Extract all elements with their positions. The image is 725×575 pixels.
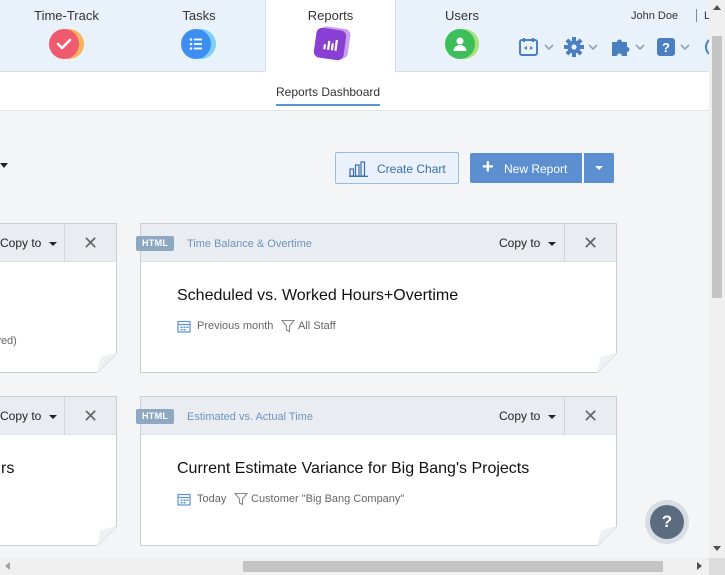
tab-reports-label: Reports — [307, 8, 354, 23]
page-fold-icon — [97, 353, 117, 373]
integrations-icon[interactable] — [518, 36, 558, 58]
sub-navigation: Reports Dashboard — [0, 72, 709, 111]
copy-to-button[interactable]: Copy to — [499, 236, 540, 250]
close-icon[interactable]: ✕ — [83, 407, 98, 425]
caret-down-icon[interactable] — [548, 242, 556, 246]
copy-to-button[interactable]: Copy to — [0, 236, 41, 250]
tab-reports-dashboard[interactable]: Reports Dashboard — [276, 85, 381, 106]
create-chart-label: Create Chart — [377, 162, 446, 176]
chart-icon — [349, 161, 369, 180]
vertical-scrollbar[interactable] — [709, 0, 725, 558]
close-icon[interactable]: ✕ — [83, 234, 98, 252]
user-icon — [445, 29, 475, 59]
card-title-snippet[interactable]: rs — [1, 460, 14, 478]
report-card[interactable]: HTML Estimated vs. Actual Time Copy to ✕… — [136, 396, 617, 546]
vertical-scroll-thumb[interactable] — [712, 36, 722, 298]
page-fold-icon — [597, 353, 617, 373]
tab-time-track-label: Time-Track — [34, 8, 99, 23]
copy-to-button[interactable]: Copy to — [499, 409, 540, 423]
filter-icon — [281, 319, 295, 333]
top-navigation: Time-Track Tasks Reports Users John Doe … — [0, 0, 716, 73]
staff-filter-label: All Staff — [298, 320, 336, 332]
card-header: Copy to ✕ — [0, 224, 116, 262]
divider — [564, 397, 565, 435]
create-chart-button[interactable]: Create Chart — [335, 152, 459, 184]
tab-tasks-label: Tasks — [182, 8, 216, 23]
card-meta-snippet: ived) — [0, 335, 17, 347]
format-badge: HTML — [136, 236, 175, 251]
new-report-dropdown-button[interactable] — [584, 153, 614, 183]
calendar-icon — [177, 493, 191, 506]
card-header: HTML Time Balance & Overtime Copy to ✕ — [136, 224, 616, 262]
user-toolbar: John Doe Lo ? — [505, 0, 716, 72]
user-name[interactable]: John Doe — [631, 10, 678, 22]
puzzle-icon[interactable] — [609, 36, 649, 58]
format-badge: HTML — [136, 409, 175, 424]
page-fold-icon — [97, 526, 117, 546]
separator — [696, 9, 697, 22]
divider — [64, 397, 65, 435]
list-icon — [181, 29, 211, 59]
page-fold-icon — [597, 526, 617, 546]
scrollbar-corner — [709, 558, 725, 575]
scroll-left-icon[interactable] — [5, 562, 10, 570]
close-icon[interactable]: ✕ — [583, 234, 598, 252]
scroll-up-icon[interactable] — [713, 5, 721, 10]
tab-reports[interactable]: Reports — [265, 0, 396, 73]
plus-icon: + — [482, 156, 494, 178]
caret-down-icon[interactable] — [49, 415, 57, 419]
caret-down-icon[interactable] — [548, 415, 556, 419]
caret-down-icon — [595, 166, 603, 170]
close-icon[interactable]: ✕ — [583, 407, 598, 425]
new-report-label: New Report — [504, 162, 568, 176]
check-icon — [49, 29, 79, 59]
divider — [564, 224, 565, 262]
date-filter-label: Previous month — [197, 320, 274, 332]
horizontal-scroll-thumb[interactable] — [243, 561, 663, 572]
divider — [64, 224, 65, 262]
tab-time-track[interactable]: Time-Track — [0, 0, 133, 72]
report-title[interactable]: Scheduled vs. Worked Hours+Overtime — [177, 287, 458, 305]
report-category: Estimated vs. Actual Time — [187, 411, 313, 423]
report-card[interactable]: HTML Time Balance & Overtime Copy to ✕ S… — [136, 223, 617, 373]
bar-chart-icon — [313, 27, 347, 61]
card-header: HTML Estimated vs. Actual Time Copy to ✕ — [136, 397, 616, 435]
date-filter-label: Today — [197, 493, 227, 505]
report-category: Time Balance & Overtime — [187, 238, 312, 250]
report-card-partial: Copy to ✕ rs — [0, 396, 117, 546]
copy-to-button[interactable]: Copy to — [0, 409, 41, 423]
tab-tasks[interactable]: Tasks — [133, 0, 265, 72]
new-report-button[interactable]: + New Report — [470, 153, 582, 183]
help-button-label: ? — [650, 505, 684, 539]
report-card-partial: Copy to ✕ ived) — [0, 223, 117, 373]
caret-down-icon[interactable] — [49, 242, 57, 246]
report-title[interactable]: Current Estimate Variance for Big Bang's… — [177, 460, 529, 478]
svg-text:?: ? — [662, 40, 670, 55]
scroll-down-icon[interactable] — [713, 546, 721, 551]
chevron-down-icon[interactable] — [0, 163, 8, 168]
help-button[interactable]: ? — [645, 500, 689, 544]
gear-icon[interactable] — [563, 36, 603, 58]
calendar-icon — [177, 320, 191, 333]
card-header: Copy to ✕ — [0, 397, 116, 435]
customer-filter-label: Customer "Big Bang Company" — [251, 493, 405, 505]
help-menu-icon[interactable]: ? — [655, 36, 695, 58]
horizontal-scrollbar[interactable] — [0, 558, 709, 575]
scroll-right-icon[interactable] — [697, 562, 702, 570]
filter-icon — [234, 492, 248, 506]
